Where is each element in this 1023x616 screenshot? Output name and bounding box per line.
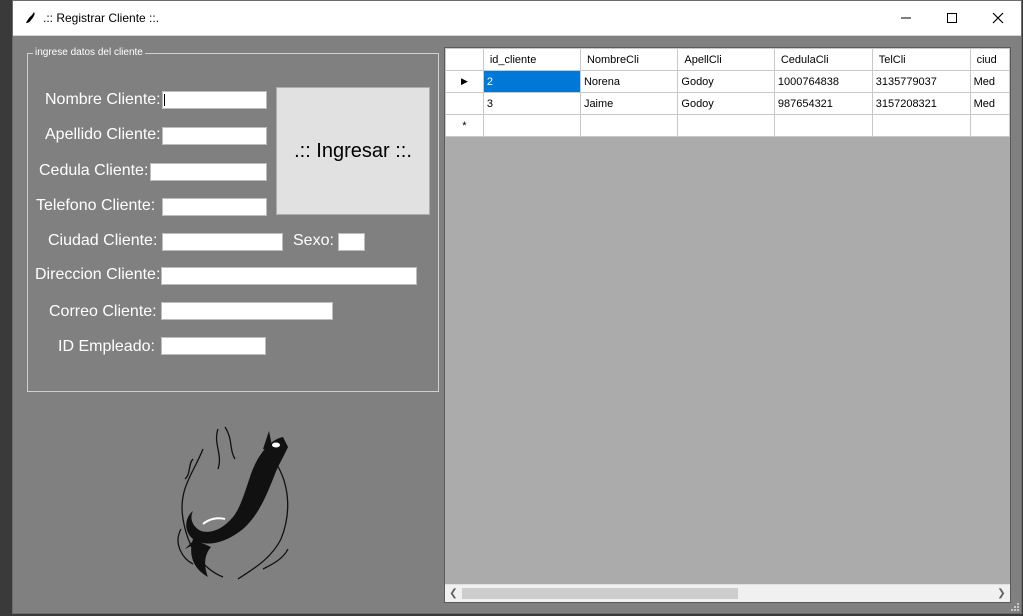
table-cell[interactable] — [871, 114, 971, 137]
column-header-telcli[interactable]: TelCli — [871, 48, 971, 71]
column-header-apellcli[interactable]: ApellCli — [677, 48, 775, 71]
sexo-label: Sexo: — [293, 232, 334, 249]
correo-input[interactable] — [161, 302, 333, 320]
table-cell[interactable]: Med — [969, 92, 1010, 115]
corner-header-cell[interactable] — [445, 48, 484, 71]
resize-grip-icon[interactable] — [1009, 601, 1019, 611]
cedula-input[interactable] — [150, 163, 267, 181]
sexo-input[interactable] — [338, 233, 365, 251]
table-cell[interactable]: Jaime — [579, 92, 679, 115]
table-cell[interactable]: 987654321 — [773, 92, 873, 115]
row-header-current[interactable]: ▶ — [445, 70, 484, 93]
table-cell[interactable]: Godoy — [677, 92, 775, 115]
groupbox-title: ingrese datos del cliente — [33, 47, 145, 58]
apellido-label: Apellido Cliente: — [45, 126, 161, 143]
maximize-button[interactable] — [929, 1, 975, 35]
table-cell[interactable]: 2 — [482, 70, 581, 93]
empleado-label: ID Empleado: — [58, 338, 155, 355]
ciudad-input[interactable] — [162, 233, 283, 251]
row-header[interactable] — [445, 92, 484, 115]
table-cell[interactable]: 1000764838 — [773, 70, 873, 93]
column-header-ciudad[interactable]: ciud — [969, 48, 1010, 71]
orca-icon — [26, 12, 35, 23]
column-header-cedulacli[interactable]: CedulaCli — [773, 48, 873, 71]
direccion-input[interactable] — [161, 267, 417, 285]
maximize-icon — [947, 13, 957, 23]
table-row[interactable]: ▶ 2 Norena Godoy 1000764838 3135779037 M… — [445, 70, 1010, 93]
orca-logo — [177, 426, 289, 580]
telefono-input[interactable] — [162, 198, 267, 216]
ingresar-button[interactable]: .:: Ingresar ::. — [276, 87, 430, 215]
empleado-input[interactable] — [161, 337, 266, 355]
registrar-cliente-window: .:: Registrar Cliente ::. ingrese datos … — [12, 0, 1022, 614]
new-row[interactable]: * — [445, 114, 1010, 137]
clients-table: id_cliente NombreCli ApellCli CedulaCli … — [445, 48, 1010, 137]
close-button[interactable] — [975, 1, 1021, 35]
minimize-button[interactable] — [883, 1, 929, 35]
table-cell[interactable]: Norena — [579, 70, 679, 93]
table-cell[interactable]: 3157208321 — [871, 92, 971, 115]
table-cell[interactable] — [579, 114, 679, 137]
nombre-input[interactable] — [162, 91, 267, 109]
table-cell[interactable] — [677, 114, 775, 137]
correo-label: Correo Cliente: — [49, 303, 157, 320]
row-header-new[interactable]: * — [445, 114, 484, 137]
table-cell[interactable] — [482, 114, 581, 137]
close-icon — [992, 12, 1004, 24]
text-caret — [164, 94, 165, 106]
table-cell[interactable] — [969, 114, 1010, 137]
window-title: .:: Registrar Cliente ::. — [43, 11, 160, 25]
horizontal-scrollbar[interactable]: ❮ ❯ — [445, 584, 1010, 602]
column-header-id-cliente[interactable]: id_cliente — [482, 48, 581, 71]
table-cell[interactable]: 3135779037 — [871, 70, 971, 93]
minimize-icon — [901, 17, 911, 19]
apellido-input[interactable] — [162, 127, 267, 145]
direccion-label: Direccion Cliente: — [35, 266, 161, 283]
table-cell[interactable]: Med — [969, 70, 1010, 93]
telefono-label: Telefono Cliente: — [36, 197, 156, 214]
column-header-nombrecli[interactable]: NombreCli — [579, 48, 679, 71]
scrollbar-thumb[interactable] — [462, 588, 738, 599]
clients-datagrid[interactable]: id_cliente NombreCli ApellCli CedulaCli … — [444, 47, 1011, 603]
table-cell[interactable]: Godoy — [677, 70, 775, 93]
table-cell[interactable] — [773, 114, 873, 137]
nombre-label: Nombre Cliente: — [45, 91, 161, 108]
table-row[interactable]: 3 Jaime Godoy 987654321 3157208321 Med — [445, 92, 1010, 115]
ciudad-label: Ciudad Cliente: — [48, 232, 158, 249]
scroll-right-icon[interactable]: ❯ — [993, 585, 1010, 602]
table-cell[interactable]: 3 — [482, 92, 581, 115]
scroll-left-icon[interactable]: ❮ — [445, 585, 462, 602]
cedula-label: Cedula Cliente: — [39, 162, 149, 179]
grid-header-row: id_cliente NombreCli ApellCli CedulaCli … — [445, 48, 1010, 71]
title-bar[interactable]: .:: Registrar Cliente ::. — [13, 1, 1021, 36]
